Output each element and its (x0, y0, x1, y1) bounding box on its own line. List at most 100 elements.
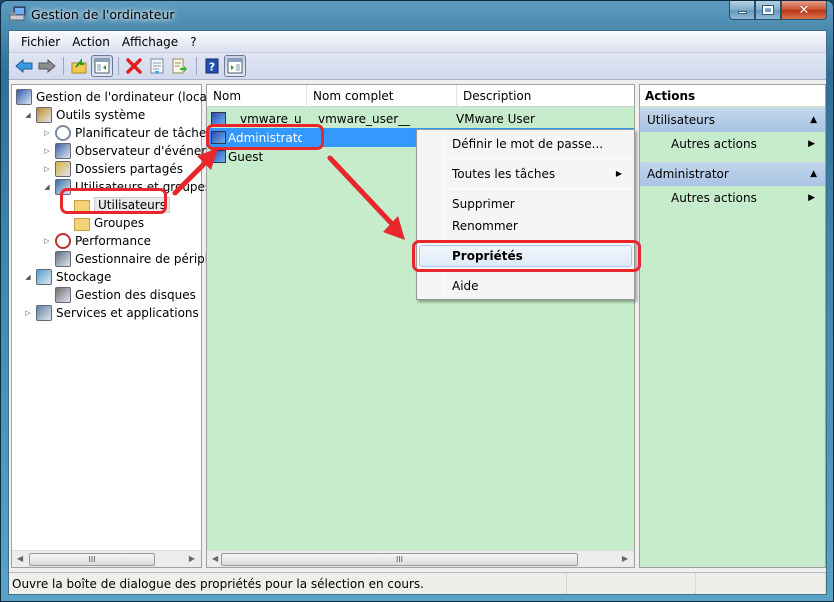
action-label: Autres actions (671, 137, 757, 151)
tree-item[interactable]: Gestionnaire de périphé (42, 250, 220, 268)
menu-bar: Fichier Action Affichage ? (9, 31, 826, 53)
scroll-left-icon[interactable]: ◀ (17, 554, 23, 563)
menu-item-set-password[interactable]: Définir le mot de passe... (419, 133, 632, 155)
tree-item[interactable]: ▷ Services et applications (23, 304, 199, 322)
status-text: Ouvre la boîte de dialogue des propriété… (9, 573, 567, 594)
tree-horizontal-scrollbar[interactable]: ◀ III ▶ (12, 550, 201, 567)
menu-item-delete[interactable]: Supprimer (419, 193, 632, 215)
forward-button[interactable] (36, 55, 58, 77)
tree-item-label: Outils système (56, 108, 146, 122)
scroll-right-icon[interactable]: ▶ (622, 554, 628, 563)
tree-item[interactable]: ◢ Stockage (23, 268, 111, 286)
tree-collapsed-icon[interactable]: ▷ (42, 146, 52, 156)
menu-action[interactable]: Action (66, 35, 116, 49)
scroll-left-icon[interactable]: ◀ (212, 554, 218, 563)
table-row[interactable]: __vmware_u... __vmware_user__ VMware User (207, 109, 634, 128)
tree-item[interactable]: ▷ Observateur d'événeme (42, 142, 220, 160)
column-header-nom[interactable]: Nom (207, 85, 307, 107)
tree-item-label: Stockage (56, 270, 112, 284)
tree-item[interactable]: Gestion de l'ordinateur (local) (16, 88, 215, 106)
actions-section-administrator[interactable]: Administrator ▲ (640, 162, 825, 186)
show-hide-action-pane-button[interactable] (224, 55, 246, 77)
actions-section-utilisateurs[interactable]: Utilisateurs ▲ (640, 108, 825, 132)
column-header-nom-complet[interactable]: Nom complet (307, 85, 457, 107)
tree-expanded-icon[interactable]: ◢ (23, 272, 33, 282)
tree-item-label: Gestionnaire de périphé (75, 252, 220, 266)
tree-collapsed-icon[interactable]: ▷ (42, 128, 52, 138)
help-button[interactable]: ? (201, 55, 223, 77)
menu-fichier[interactable]: Fichier (15, 35, 66, 49)
back-button[interactable] (13, 55, 35, 77)
tree-item-label: Utilisateurs et groupes l (75, 180, 219, 194)
column-header-description[interactable]: Description (457, 85, 634, 107)
cell-description: VMware User (456, 111, 535, 126)
tree-collapsed-icon[interactable]: ▷ (23, 308, 33, 318)
console-tree[interactable]: Gestion de l'ordinateur (local) ◢ Outils s… (11, 84, 220, 568)
status-pane (567, 573, 697, 594)
forward-icon (38, 59, 56, 73)
scroll-right-icon[interactable]: ▶ (189, 554, 195, 563)
tree-expander-placeholder (61, 200, 71, 210)
menu-item-label: Toutes les tâches (452, 167, 556, 181)
menu-separator (447, 270, 632, 271)
tree-item-label: Observateur d'événeme (75, 144, 221, 158)
menu-help[interactable]: ? (184, 35, 202, 49)
tree-item[interactable]: ▷ Planificateur de tâches (42, 124, 213, 142)
menu-item-label: Supprimer (452, 197, 515, 211)
console-tree-icon (94, 58, 110, 74)
delete-icon (126, 58, 142, 74)
section-label: Utilisateurs (647, 113, 715, 127)
context-menu: Définir le mot de passe... Toutes les tâ… (416, 129, 635, 300)
tree-item[interactable]: Gestion des disques (42, 286, 196, 304)
disk-management-icon (55, 287, 71, 303)
actions-item-autres-actions[interactable]: Autres actions ▶ (640, 186, 825, 210)
scrollbar-thumb[interactable]: III (29, 553, 155, 566)
folder-icon (74, 199, 90, 213)
menu-item-rename[interactable]: Renommer (419, 215, 632, 237)
tree-item[interactable]: ◢ Utilisateurs et groupes l (42, 178, 218, 196)
close-icon: ✕ (798, 2, 810, 18)
actions-item-autres-actions[interactable]: Autres actions ▶ (640, 132, 825, 156)
tree-collapsed-icon[interactable]: ▷ (42, 164, 52, 174)
tree-item-label: Groupes (94, 216, 145, 230)
menu-item-help[interactable]: Aide (419, 275, 632, 297)
properties-icon (150, 58, 164, 74)
tree-item-label: Dossiers partagés (75, 162, 184, 176)
minimize-button[interactable] (729, 1, 755, 20)
maximize-button[interactable] (755, 1, 781, 20)
close-button[interactable]: ✕ (781, 1, 827, 20)
tree-item[interactable]: ◢ Outils système (23, 106, 145, 124)
user-icon (211, 131, 226, 144)
tree-item[interactable]: ▷ Dossiers partagés (42, 160, 183, 178)
submenu-arrow-icon: ▶ (808, 139, 815, 149)
collapse-up-icon[interactable]: ▲ (810, 162, 817, 186)
menu-item-all-tasks[interactable]: Toutes les tâches ▶ (419, 163, 632, 185)
menu-affichage[interactable]: Affichage (116, 35, 184, 49)
list-horizontal-scrollbar[interactable]: ◀ III ▶ (207, 550, 634, 567)
toolbar: ? (9, 53, 826, 80)
submenu-arrow-icon: ▶ (615, 169, 622, 178)
tree-expanded-icon[interactable]: ◢ (42, 182, 52, 192)
menu-item-properties[interactable]: Propriétés (419, 245, 632, 267)
users-groups-icon (55, 179, 71, 195)
tree-collapsed-icon[interactable]: ▷ (42, 236, 52, 246)
tree-expanded-icon[interactable]: ◢ (23, 110, 33, 120)
delete-button[interactable] (123, 55, 145, 77)
collapse-up-icon[interactable]: ▲ (810, 108, 817, 132)
show-hide-console-tree-button[interactable] (91, 55, 113, 77)
tree-item[interactable]: Utilisateurs (61, 196, 170, 214)
export-list-button[interactable] (169, 55, 191, 77)
up-level-button[interactable] (68, 55, 90, 77)
toolbar-separator (63, 57, 64, 75)
tree-expander-placeholder (42, 254, 52, 264)
actions-pane: Actions Utilisateurs ▲ Autres actions ▶ … (639, 84, 826, 568)
properties-button[interactable] (146, 55, 168, 77)
menu-separator (447, 188, 632, 189)
tree-item[interactable]: ▷ Performance (42, 232, 151, 250)
scrollbar-thumb[interactable]: III (221, 553, 578, 566)
title-bar[interactable]: Gestion de l'ordinateur ✕ (1, 1, 833, 29)
tree-item[interactable]: Groupes (61, 214, 144, 232)
tree-item-label: Gestion des disques (75, 288, 196, 302)
window: Gestion de l'ordinateur ✕ Fichier Action… (0, 0, 834, 602)
event-viewer-icon (55, 143, 71, 159)
